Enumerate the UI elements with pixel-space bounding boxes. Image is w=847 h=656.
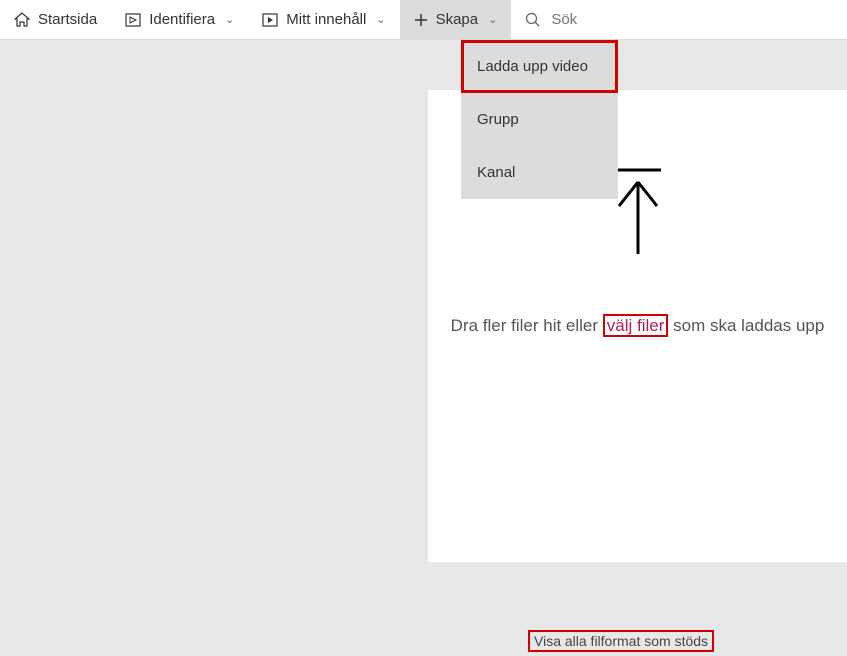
content-icon xyxy=(262,13,278,27)
nav-content[interactable]: Mitt innehåll ⌄ xyxy=(248,0,399,40)
top-navigation: Startsida Identifiera ⌄ Mitt innehåll ⌄ … xyxy=(0,0,847,40)
chevron-down-icon: ⌄ xyxy=(488,13,497,26)
supported-formats-link[interactable]: Visa alla filformat som stöds xyxy=(528,630,714,652)
chevron-down-icon: ⌄ xyxy=(376,13,385,26)
nav-create-label: Skapa xyxy=(436,11,479,28)
dropdown-group[interactable]: Grupp xyxy=(461,93,618,146)
plus-icon xyxy=(414,13,428,27)
search-box[interactable] xyxy=(511,0,847,40)
search-input[interactable] xyxy=(551,11,833,28)
dropdown-channel[interactable]: Kanal xyxy=(461,146,618,199)
identify-icon xyxy=(125,13,141,27)
upload-instructions: Dra fler filer hit eller välj filer som … xyxy=(431,313,845,339)
dropdown-upload-video[interactable]: Ladda upp video xyxy=(461,40,618,93)
upload-text-after: som ska laddas upp xyxy=(668,316,824,335)
chevron-down-icon: ⌄ xyxy=(225,13,234,26)
nav-identify[interactable]: Identifiera ⌄ xyxy=(111,0,248,40)
home-icon xyxy=(14,12,30,28)
select-files-link[interactable]: välj filer xyxy=(603,314,669,337)
nav-content-label: Mitt innehåll xyxy=(286,11,366,28)
nav-home-label: Startsida xyxy=(38,11,97,28)
nav-create[interactable]: Skapa ⌄ xyxy=(400,0,512,40)
nav-identify-label: Identifiera xyxy=(149,11,215,28)
upload-text-before: Dra fler filer hit eller xyxy=(451,316,603,335)
create-dropdown: Ladda upp video Grupp Kanal xyxy=(461,40,618,199)
nav-home[interactable]: Startsida xyxy=(0,0,111,40)
upload-arrow-icon xyxy=(615,168,661,263)
search-icon xyxy=(525,12,541,28)
